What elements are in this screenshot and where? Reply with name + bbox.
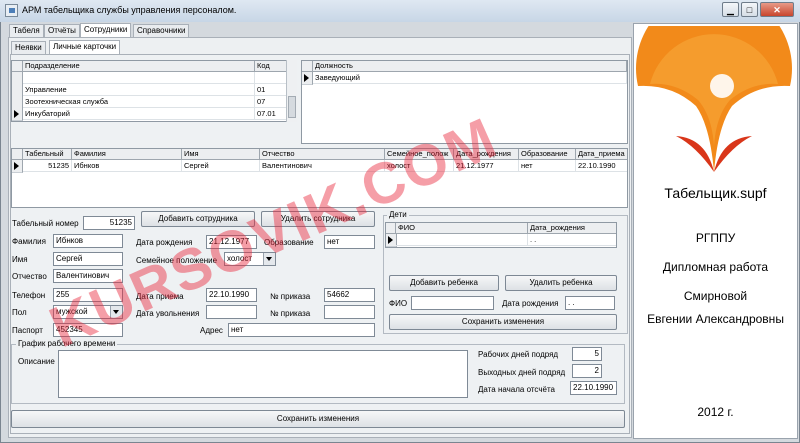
gender-label: Пол bbox=[12, 308, 27, 317]
current-row-pointer-icon bbox=[14, 110, 19, 118]
surname-label: Фамилия bbox=[12, 237, 46, 246]
grid-indicator-header bbox=[386, 223, 396, 234]
position-cell[interactable]: Заведующий bbox=[313, 72, 627, 84]
subtab-personal-cards[interactable]: Личные карточки bbox=[49, 40, 121, 54]
project-file-name: Табельщик.supf bbox=[664, 185, 767, 201]
department-code-cell[interactable] bbox=[255, 72, 288, 84]
dismissal-date-field[interactable] bbox=[206, 305, 257, 319]
employee-hire-date-cell[interactable]: 22.10.1990 bbox=[576, 160, 627, 172]
departments-grid[interactable]: Подразделение Код Управление 01 Зоотехни… bbox=[11, 60, 297, 122]
logo-icon bbox=[636, 26, 792, 172]
column-header-name[interactable]: Имя bbox=[182, 149, 260, 160]
tab-tabels[interactable]: Табеля bbox=[9, 24, 44, 37]
child-birthdate-label: Дата рождения bbox=[502, 299, 559, 308]
department-code-cell[interactable]: 07.01 bbox=[255, 108, 288, 120]
department-code-cell[interactable]: 07 bbox=[255, 96, 288, 108]
tab-employees[interactable]: Сотрудники bbox=[80, 23, 132, 37]
column-header-tab-number[interactable]: Табельный bbox=[23, 149, 72, 160]
author-surname: Смирновой bbox=[683, 289, 748, 303]
child-fio-field[interactable] bbox=[411, 296, 494, 310]
maximize-button[interactable]: □ bbox=[741, 2, 758, 17]
department-name-cell[interactable]: Зоотехническая служба bbox=[23, 96, 255, 108]
employee-education-cell[interactable]: нет bbox=[519, 160, 576, 172]
employee-surname-cell[interactable]: Ибнков bbox=[72, 160, 182, 172]
row-indicator-current bbox=[302, 72, 313, 85]
close-button[interactable]: ✕ bbox=[760, 2, 794, 17]
name-label: Имя bbox=[12, 255, 28, 264]
departments-scrollbar[interactable] bbox=[286, 60, 297, 122]
hire-order-field[interactable]: 54662 bbox=[324, 288, 375, 302]
description-label: Описание bbox=[18, 357, 55, 366]
organization: РГППУ bbox=[695, 231, 736, 245]
author-name: Евгении Александровны bbox=[647, 312, 784, 326]
child-birthdate-field[interactable]: . . bbox=[565, 296, 615, 310]
column-header-surname[interactable]: Фамилия bbox=[72, 149, 182, 160]
dismissal-order-label: № приказа bbox=[270, 309, 311, 318]
offdays-field[interactable]: 2 bbox=[572, 364, 602, 378]
tab-reports[interactable]: Отчёты bbox=[44, 24, 80, 37]
department-name-cell[interactable]: Управление bbox=[23, 84, 255, 96]
subtab-absences[interactable]: Неявки bbox=[11, 41, 46, 54]
child-fio-cell[interactable] bbox=[396, 234, 528, 246]
tab-directories[interactable]: Справочники bbox=[133, 24, 190, 37]
offdays-label: Выходных дней подряд bbox=[478, 368, 566, 377]
column-header-hire-date[interactable]: Дата_приема bbox=[576, 149, 627, 160]
child-birthdate-cell[interactable]: . . bbox=[528, 234, 616, 246]
start-date-field[interactable]: 22.10.1990 bbox=[570, 381, 617, 395]
scroll-thumb[interactable] bbox=[288, 96, 296, 118]
surname-field[interactable]: Ибнков bbox=[53, 234, 123, 248]
address-field[interactable]: нет bbox=[228, 323, 375, 337]
tab-number-label: Табельный номер bbox=[12, 219, 79, 228]
dismissal-order-field[interactable] bbox=[324, 305, 375, 319]
department-name-cell[interactable] bbox=[23, 72, 255, 84]
column-header-code[interactable]: Код bbox=[255, 61, 288, 72]
column-header-child-birthdate[interactable]: Дата_рождения bbox=[528, 223, 616, 234]
save-children-button[interactable]: Сохранить изменения bbox=[389, 314, 617, 330]
work-type: Дипломная работа bbox=[662, 260, 769, 274]
current-row-pointer-icon bbox=[14, 162, 19, 170]
grid-indicator-header bbox=[12, 61, 23, 72]
grid-indicator-header bbox=[12, 149, 23, 160]
employee-name-cell[interactable]: Сергей bbox=[182, 160, 260, 172]
address-label: Адрес bbox=[200, 326, 223, 335]
tab-number-field[interactable]: 51235 bbox=[83, 216, 135, 230]
column-header-education[interactable]: Образование bbox=[519, 149, 576, 160]
column-header-child-fio[interactable]: ФИО bbox=[396, 223, 528, 234]
name-field[interactable]: Сергей bbox=[53, 252, 123, 266]
grid-indicator-header bbox=[302, 61, 313, 72]
row-indicator-current bbox=[12, 160, 23, 173]
current-row-pointer-icon bbox=[388, 236, 393, 244]
column-header-position[interactable]: Должность bbox=[313, 61, 627, 72]
children-grid[interactable]: ФИО Дата_рождения . . bbox=[385, 222, 617, 248]
workdays-field[interactable]: 5 bbox=[572, 347, 602, 361]
app-icon bbox=[5, 4, 18, 17]
start-date-label: Дата начала отсчёта bbox=[478, 385, 555, 394]
passport-label: Паспорт bbox=[12, 326, 43, 335]
department-code-cell[interactable]: 01 bbox=[255, 84, 288, 96]
description-field[interactable] bbox=[58, 350, 468, 398]
row-indicator-current bbox=[12, 108, 23, 121]
year: 2012 г. bbox=[697, 405, 734, 419]
child-fio-label: ФИО bbox=[389, 299, 408, 308]
minimize-button[interactable]: ▁ bbox=[722, 2, 739, 17]
delete-child-button[interactable]: Удалить ребенка bbox=[505, 275, 617, 291]
department-name-cell[interactable]: Инкубаторий bbox=[23, 108, 255, 120]
add-child-button[interactable]: Добавить ребенка bbox=[389, 275, 499, 291]
window-title: АРМ табельщика службы управления персона… bbox=[22, 5, 237, 15]
current-row-pointer-icon bbox=[304, 74, 309, 82]
employee-tab-number-cell[interactable]: 51235 bbox=[23, 160, 72, 172]
column-header-department[interactable]: Подразделение bbox=[23, 61, 255, 72]
patronymic-label: Отчество bbox=[12, 272, 47, 281]
workdays-label: Рабочих дней подряд bbox=[478, 350, 559, 359]
save-changes-button[interactable]: Сохранить изменения bbox=[11, 410, 625, 428]
hire-order-label: № приказа bbox=[270, 292, 311, 301]
